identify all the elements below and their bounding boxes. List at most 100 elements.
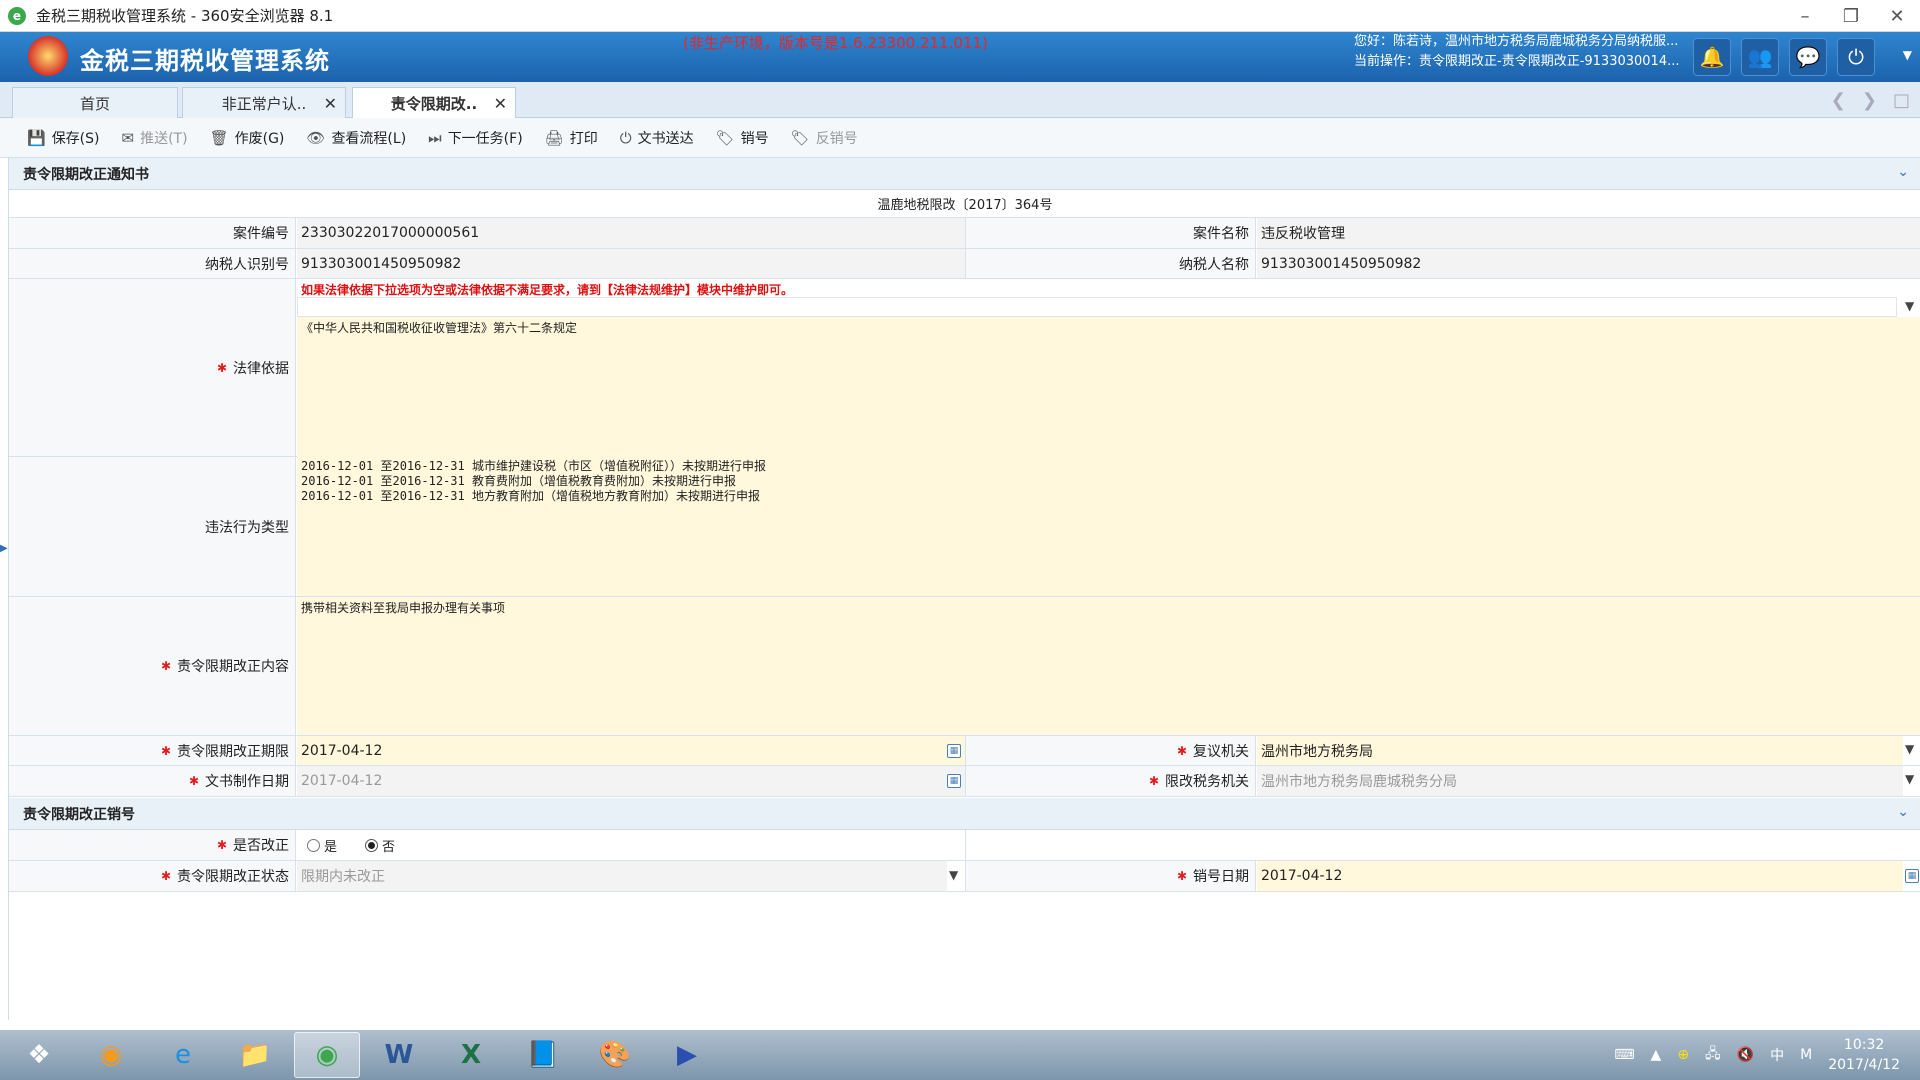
- 360-browser-icon[interactable]: ◉: [294, 1032, 360, 1078]
- calendar-icon[interactable]: ▦: [947, 774, 961, 788]
- chevron-down-icon[interactable]: ▼: [1905, 299, 1914, 313]
- cancel-number-label: 销号: [740, 130, 769, 147]
- violation-line: 2016-12-01 至2016-12-31 地方教育附加（增值税地方教育附加）…: [301, 489, 760, 503]
- case-no-label-text: 案件编号: [233, 226, 289, 242]
- chevron-down-icon[interactable]: ▼: [949, 868, 958, 882]
- calendar-icon[interactable]: ▦: [947, 744, 961, 758]
- correction-content-label-text: 责令限期改正内容: [177, 659, 289, 675]
- tab-next-icon[interactable]: ❯: [1862, 90, 1877, 111]
- case-name-label: 案件名称: [965, 218, 1256, 248]
- view-flow-button[interactable]: 👁 查看流程(L): [299, 124, 413, 152]
- next-task-label: 下一任务(F): [447, 130, 523, 147]
- violation-row: 违法行为类型 2016-12-01 至2016-12-31 城市维护建设税（市区…: [9, 457, 1920, 597]
- cancel-number-button[interactable]: 🏷 销号: [709, 124, 776, 152]
- chevron-down-icon[interactable]: ▼: [1905, 772, 1914, 786]
- expand-left-panel-icon[interactable]: ▶: [0, 543, 8, 559]
- chevron-down-icon[interactable]: ▼: [1905, 742, 1914, 756]
- keyboard-icon[interactable]: ⌨: [1614, 1047, 1634, 1063]
- doc-date-field[interactable]: 2017-04-12: [297, 766, 965, 796]
- paint-icon[interactable]: 🎨: [582, 1032, 648, 1078]
- status-select[interactable]: 限期内未改正: [297, 861, 947, 891]
- ime-mode-indicator[interactable]: M: [1800, 1047, 1812, 1063]
- reverse-cancel-label: 反销号: [815, 130, 858, 147]
- reverse-cancel-button[interactable]: 🏷 反销号: [784, 124, 865, 152]
- media-icon[interactable]: ▶: [654, 1032, 720, 1078]
- cancel-date-field[interactable]: 2017-04-12: [1257, 861, 1903, 891]
- case-name-field[interactable]: 违反税收管理: [1257, 218, 1920, 248]
- divider: [965, 830, 966, 860]
- minimize-icon[interactable]: –: [1782, 0, 1828, 32]
- correction-content-textarea[interactable]: 携带相关资料至我局申报办理有关事项: [297, 597, 1920, 735]
- push-button[interactable]: ✉ 推送(T): [115, 124, 195, 152]
- status-label-text: 责令限期改正状态: [177, 869, 289, 885]
- doc-number: 温鹿地税限改〔2017〕364号: [877, 198, 1053, 213]
- document-delivery-button[interactable]: ⏻ 文书送达: [613, 124, 701, 152]
- tag-icon: 🏷: [715, 128, 735, 147]
- tag-icon: 🏷: [790, 128, 810, 147]
- deadline-row: ✱ 责令限期改正期限 2017-04-12 ▦ ✱ 复议机关 温州市地方税务局 ▼: [9, 736, 1920, 766]
- save-button[interactable]: 💾 保存(S): [20, 124, 107, 152]
- deadline-label-text: 责令限期改正期限: [177, 743, 289, 760]
- cancel-section-title: 责令限期改正销号: [23, 806, 135, 823]
- radio-dot: [368, 841, 376, 849]
- chevron-down-icon[interactable]: ⌄: [1897, 804, 1909, 820]
- network-icon[interactable]: 🖧: [1705, 1043, 1721, 1067]
- tab-maximize-icon[interactable]: □: [1893, 90, 1910, 111]
- windows-start-icon[interactable]: ❖: [6, 1032, 72, 1078]
- legal-basis-row: ✱ 法律依据 如果法律依据下拉选项为空或法律依据不满足要求，请到【法律法规维护】模…: [9, 279, 1920, 457]
- window-controls: – ❐ ✕: [1782, 0, 1920, 32]
- folder-icon[interactable]: 📁: [222, 1032, 288, 1078]
- add-icon[interactable]: ⊕: [1677, 1047, 1689, 1063]
- player-icon[interactable]: ◉: [78, 1032, 144, 1078]
- legal-basis-select[interactable]: [297, 297, 1897, 317]
- case-no-field[interactable]: 23303022017000000561: [297, 218, 965, 248]
- notebook-icon[interactable]: 📘: [510, 1032, 576, 1078]
- tab-home[interactable]: 首页: [12, 87, 178, 118]
- radio-no[interactable]: [365, 838, 379, 852]
- close-icon[interactable]: ✕: [1874, 0, 1920, 32]
- legal-basis-warning: 如果法律依据下拉选项为空或法律依据不满足要求，请到【法律法规维护】模块中维护即可…: [301, 283, 794, 297]
- print-label: 打印: [569, 130, 598, 147]
- corrected-label: ✱ 是否改正: [9, 830, 296, 860]
- clock[interactable]: 10:32 2017/4/12: [1828, 1035, 1900, 1075]
- restore-icon[interactable]: ❐: [1828, 0, 1874, 32]
- taxpayer-name-field[interactable]: 913303001450950982: [1257, 249, 1920, 278]
- print-button[interactable]: 🖨 打印: [538, 124, 605, 152]
- header-menu-chevron-icon[interactable]: ▼: [1903, 48, 1912, 62]
- word-icon[interactable]: W: [366, 1032, 432, 1078]
- cancel-section-header[interactable]: 责令限期改正销号 ⌄: [9, 798, 1920, 830]
- deadline-field[interactable]: 2017-04-12: [297, 736, 965, 765]
- notice-section-header[interactable]: 责令限期改正通知书 ⌄: [9, 158, 1920, 190]
- calendar-icon[interactable]: ▦: [1905, 869, 1919, 883]
- excel-icon[interactable]: X: [438, 1032, 504, 1078]
- view-flow-label: 查看流程(L): [331, 130, 407, 147]
- review-org-select[interactable]: 温州市地方税务局: [1257, 736, 1903, 765]
- radio-yes[interactable]: [307, 838, 320, 852]
- close-icon[interactable]: ✕: [494, 94, 507, 113]
- violation-textarea[interactable]: 2016-12-01 至2016-12-31 城市维护建设税（市区（增值税附征）…: [297, 457, 1920, 596]
- tax-emblem-icon: [28, 36, 68, 76]
- tab-order-correction[interactable]: 责令限期改.. ✕: [352, 87, 516, 118]
- chevron-down-icon[interactable]: ⌄: [1897, 164, 1909, 180]
- volume-icon[interactable]: 🔇: [1737, 1047, 1754, 1063]
- correction-content-label: ✱ 责令限期改正内容: [9, 597, 296, 735]
- taxpayer-id-field[interactable]: 913303001450950982: [297, 249, 965, 278]
- window-title: 金税三期税收管理系统 - 360安全浏览器 8.1: [36, 7, 334, 25]
- bell-icon[interactable]: 🔔: [1693, 38, 1731, 76]
- void-button[interactable]: 🗑 作废(G): [203, 124, 292, 152]
- document-delivery-label: 文书送达: [637, 130, 694, 147]
- close-icon[interactable]: ✕: [324, 94, 337, 113]
- tab-prev-icon[interactable]: ❮: [1831, 90, 1846, 111]
- chat-icon[interactable]: 💬: [1789, 38, 1827, 76]
- ime-indicator[interactable]: 中: [1770, 1045, 1784, 1065]
- tab-abnormal-household[interactable]: 非正常户认.. ✕: [182, 87, 346, 118]
- ie-icon[interactable]: e: [150, 1032, 216, 1078]
- violation-label-text: 违法行为类型: [205, 519, 289, 536]
- next-task-button[interactable]: ⏭ 下一任务(F): [421, 124, 530, 152]
- users-icon[interactable]: 👥: [1741, 38, 1779, 76]
- review-org-label: ✱ 复议机关: [965, 736, 1256, 765]
- chevron-up-icon[interactable]: ▲: [1651, 1047, 1662, 1063]
- tax-org-select[interactable]: 温州市地方税务局鹿城税务分局: [1257, 766, 1903, 796]
- legal-basis-text[interactable]: 《中华人民共和国税收征收管理法》第六十二条规定: [297, 317, 1920, 457]
- power-icon[interactable]: ⏻: [1837, 38, 1875, 76]
